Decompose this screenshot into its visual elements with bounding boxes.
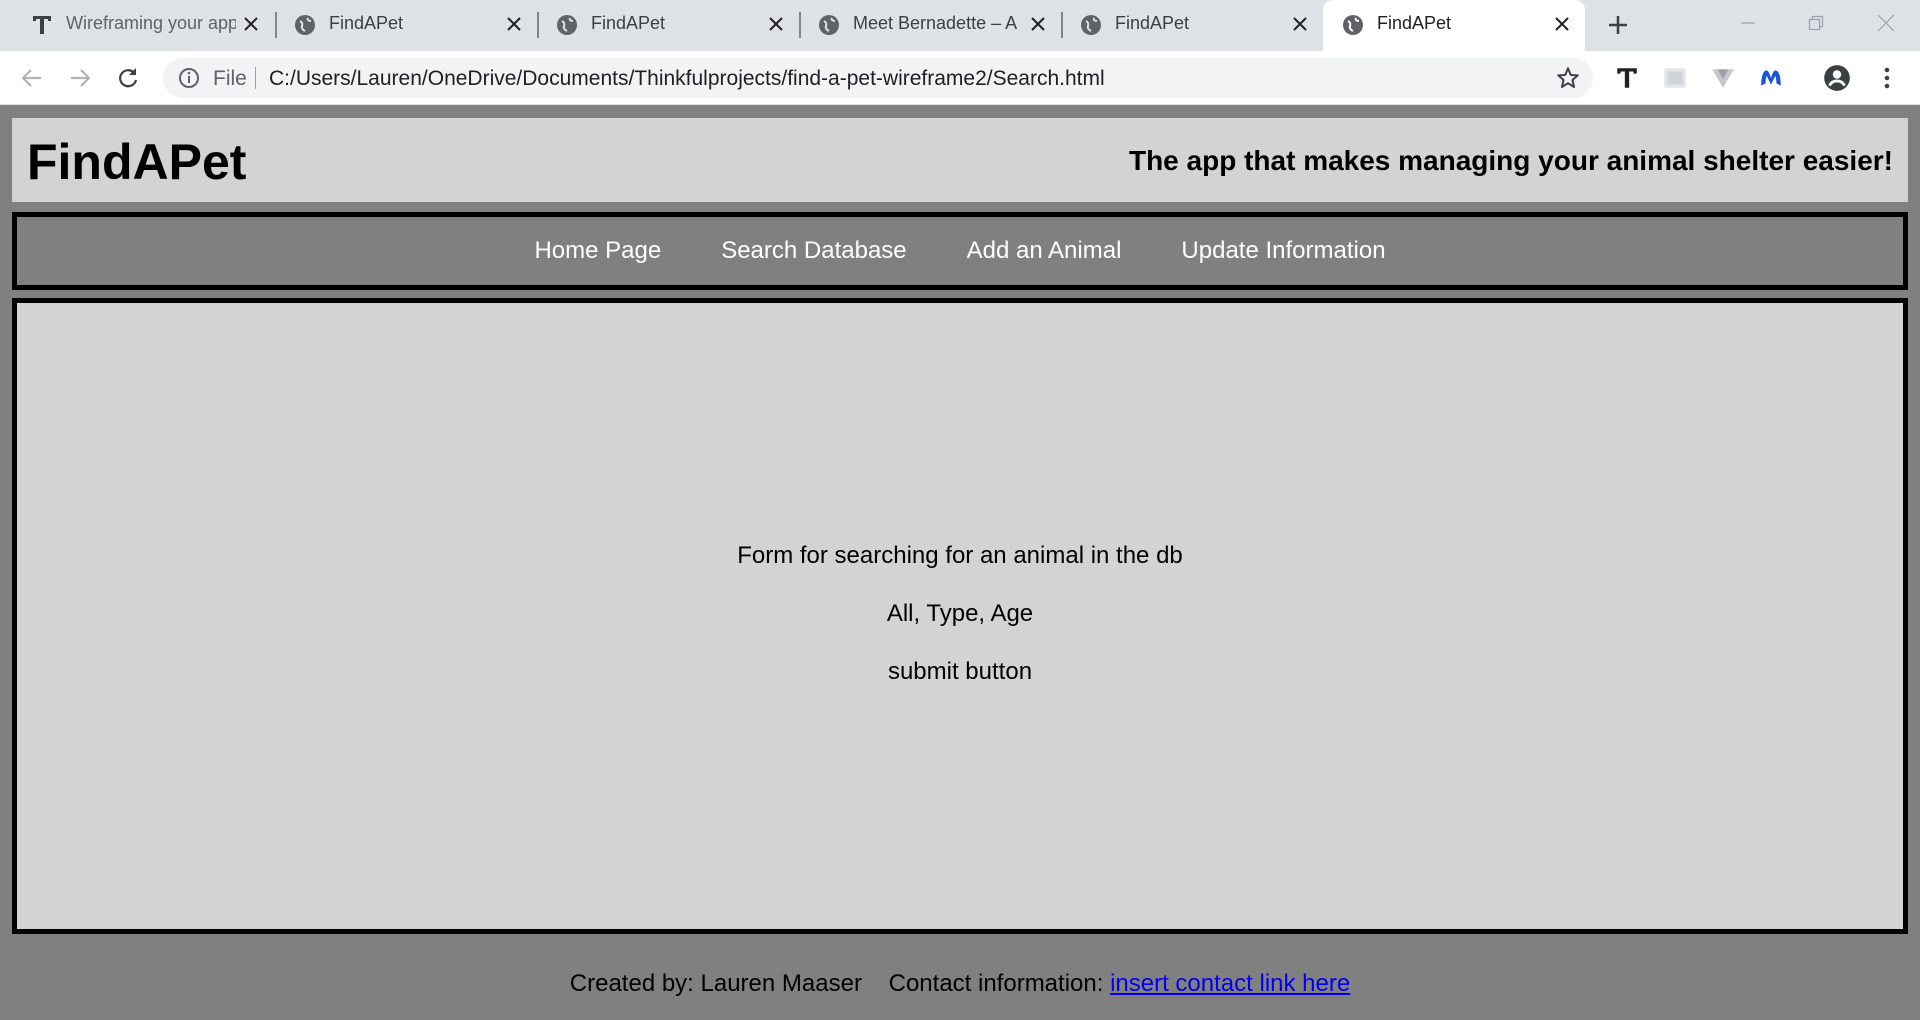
browser-tab[interactable]: Wireframing your app <box>0 0 272 49</box>
restore-button[interactable] <box>1796 8 1836 38</box>
extension-puzzle-icon[interactable] <box>1661 64 1689 92</box>
close-window-button[interactable] <box>1866 8 1906 38</box>
close-tab-icon[interactable] <box>1549 11 1575 37</box>
close-tab-icon[interactable] <box>501 11 527 37</box>
site-title: FindAPet <box>27 134 247 190</box>
address-url[interactable]: C:/Users/Lauren/OneDrive/Documents/Think… <box>269 67 1105 91</box>
page-viewport: FindAPet The app that makes managing you… <box>0 106 1920 1020</box>
contact-link[interactable]: insert contact link here <box>1110 970 1350 997</box>
new-tab-button[interactable] <box>1598 10 1638 40</box>
reload-button[interactable] <box>112 62 144 94</box>
browser-tab-strip: Wireframing your app FindAPet FindAPet M… <box>0 0 1920 51</box>
profile-avatar-icon[interactable] <box>1823 64 1851 92</box>
close-tab-icon[interactable] <box>1287 11 1313 37</box>
nav-add-an-animal[interactable]: Add an Animal <box>967 237 1122 265</box>
reload-icon <box>119 68 138 88</box>
browser-tab-active[interactable]: FindAPet <box>1323 0 1585 51</box>
address-scheme-label: File <box>213 67 247 90</box>
forward-button[interactable] <box>64 62 96 94</box>
restore-icon <box>1808 15 1824 31</box>
tab-title: FindAPet <box>1115 13 1190 33</box>
site-footer: Created by: Lauren Maaser Contact inform… <box>0 970 1920 998</box>
globe-icon <box>1341 13 1365 37</box>
browser-tab[interactable]: FindAPet <box>1061 0 1323 49</box>
site-tagline: The app that makes managing your animal … <box>1128 145 1893 176</box>
nav-update-information[interactable]: Update Information <box>1181 237 1385 265</box>
address-bar[interactable]: File C:/Users/Lauren/OneDrive/Documents/… <box>163 58 1593 98</box>
tab-title: Wireframing your app <box>66 13 236 33</box>
info-icon[interactable] <box>177 66 201 90</box>
close-tab-icon[interactable] <box>238 11 264 37</box>
globe-icon <box>555 13 579 37</box>
arrow-right-icon <box>71 69 91 87</box>
thinkful-icon[interactable] <box>1613 64 1641 92</box>
close-tab-icon[interactable] <box>763 11 789 37</box>
nav-home-page[interactable]: Home Page <box>534 237 661 265</box>
search-form-placeholder: Form for searching for an animal in the … <box>17 541 1903 715</box>
globe-icon <box>1079 13 1103 37</box>
footer-created-by: Created by: Lauren Maaser <box>569 970 862 997</box>
submit-button-placeholder-text: submit button <box>887 658 1033 685</box>
minimize-button[interactable] <box>1728 8 1768 38</box>
footer-contact-label: Contact information: <box>888 970 1104 997</box>
browser-tab[interactable]: FindAPet <box>275 0 537 49</box>
back-button[interactable] <box>16 62 48 94</box>
address-divider <box>255 67 256 89</box>
main-content-box: Form for searching for an animal in the … <box>12 298 1908 934</box>
tab-title: FindAPet <box>329 13 404 33</box>
malwarebytes-icon[interactable] <box>1757 64 1785 92</box>
nav-search-database[interactable]: Search Database <box>721 237 906 265</box>
vuetify-icon[interactable] <box>1709 64 1737 92</box>
plus-icon <box>1609 16 1627 34</box>
arrow-left-icon <box>21 69 41 87</box>
more-menu-icon[interactable] <box>1873 64 1901 92</box>
form-description-text: Form for searching for an animal in the … <box>737 542 1183 569</box>
browser-tab[interactable]: FindAPet <box>537 0 799 49</box>
thinkful-icon <box>30 13 54 37</box>
minimize-icon <box>1741 22 1755 24</box>
filter-options-text: All, Type, Age <box>886 600 1034 627</box>
tab-title: FindAPet <box>591 13 666 33</box>
main-navigation: Home Page Search Database Add an Animal … <box>12 212 1908 290</box>
close-tab-icon[interactable] <box>1025 11 1051 37</box>
tab-title: FindAPet <box>1377 13 1452 33</box>
globe-icon <box>293 13 317 37</box>
browser-tab[interactable]: Meet Bernadette – A <box>799 0 1061 49</box>
site-header: FindAPet The app that makes managing you… <box>12 118 1908 202</box>
tab-title: Meet Bernadette – A <box>853 13 1018 33</box>
globe-icon <box>817 13 841 37</box>
close-icon <box>1877 14 1895 32</box>
star-icon[interactable] <box>1555 65 1581 91</box>
